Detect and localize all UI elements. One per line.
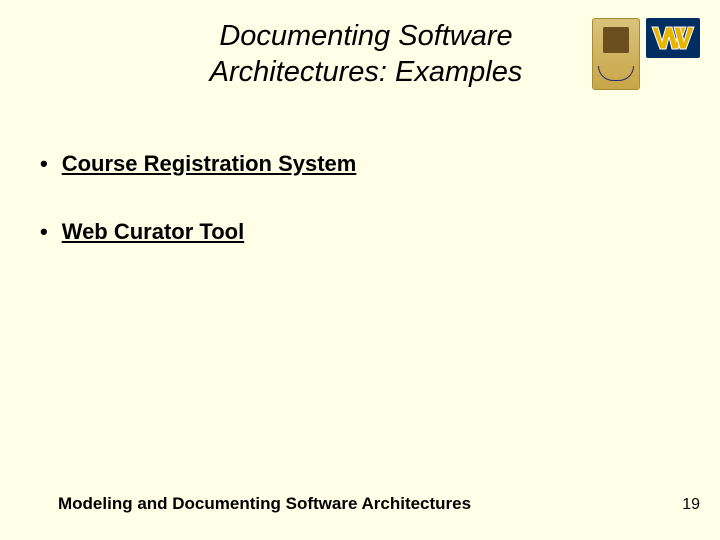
title-line-2: Architectures: Examples: [210, 56, 523, 88]
logo-group: [592, 18, 700, 90]
slide-title: Documenting Software Architectures: Exam…: [140, 18, 592, 91]
cairo-university-logo-icon: [592, 18, 640, 90]
bullet-text: Web Curator Tool: [62, 219, 245, 245]
slide-footer: Modeling and Documenting Software Archit…: [58, 494, 700, 514]
wvu-logo-icon: [646, 18, 700, 58]
bullet-icon: •: [40, 151, 48, 177]
title-block: Documenting Software Architectures: Exam…: [20, 18, 592, 91]
bullet-text: Course Registration System: [62, 151, 357, 177]
footer-text: Modeling and Documenting Software Archit…: [58, 494, 471, 514]
page-number: 19: [682, 496, 700, 514]
list-item: • Web Curator Tool: [40, 219, 680, 245]
list-item: • Course Registration System: [40, 151, 680, 177]
bullet-icon: •: [40, 219, 48, 245]
slide-content: • Course Registration System • Web Curat…: [0, 91, 720, 246]
slide-header: Documenting Software Architectures: Exam…: [0, 0, 720, 91]
title-line-1: Documenting Software: [219, 20, 512, 52]
